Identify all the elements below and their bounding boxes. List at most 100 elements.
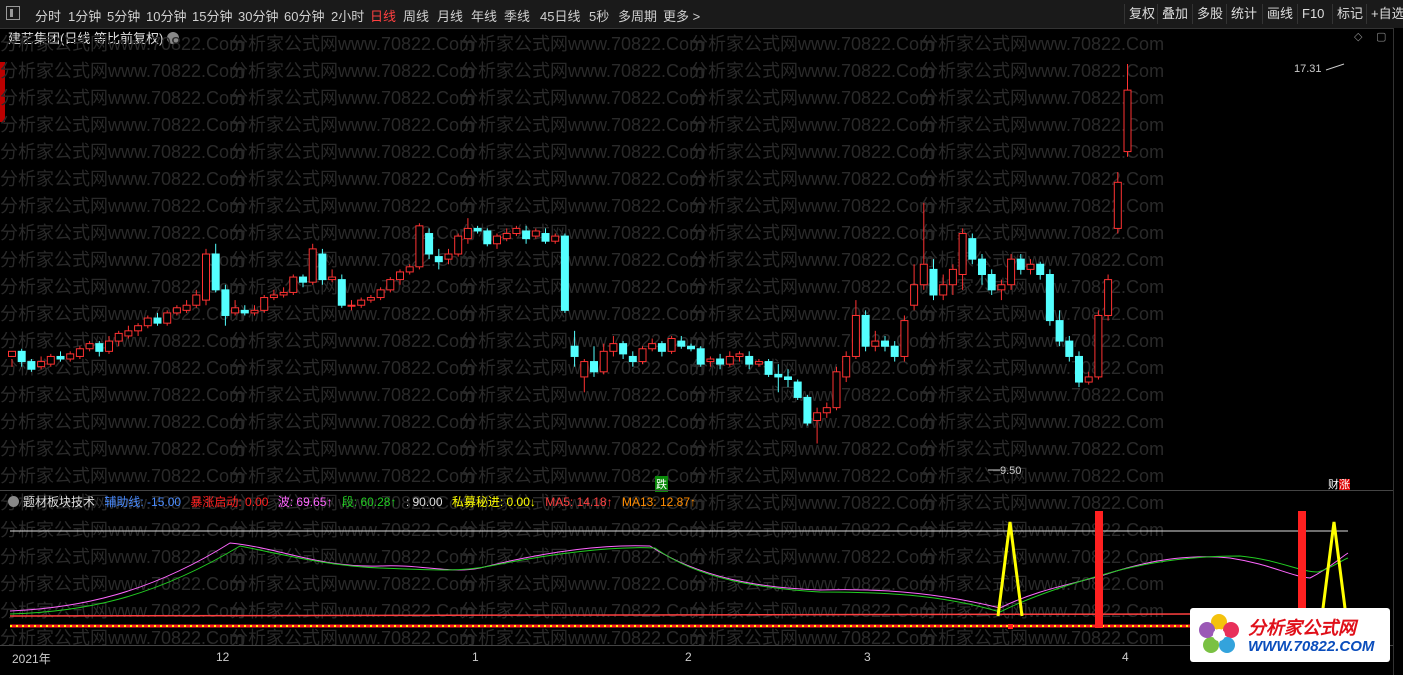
- period-tab[interactable]: 多周期: [618, 6, 657, 25]
- candle-body: [134, 325, 143, 332]
- axis-label: 4: [1122, 650, 1129, 664]
- toolbar-button[interactable]: 复权: [1124, 4, 1159, 24]
- candle: [337, 274, 346, 308]
- candle-body: [66, 353, 75, 360]
- candle-body: [551, 235, 560, 242]
- candle: [46, 353, 55, 367]
- candle-body: [803, 396, 812, 424]
- candle: [134, 323, 143, 336]
- candle-body: [735, 353, 744, 357]
- toolbar-button[interactable]: 画线: [1262, 4, 1297, 24]
- candle-body: [27, 361, 36, 370]
- candle-body: [202, 253, 210, 301]
- toolbar-button[interactable]: 多股: [1192, 4, 1227, 24]
- candle: [27, 359, 36, 372]
- toolbar-button[interactable]: +自选: [1366, 4, 1403, 24]
- candle: [531, 228, 540, 239]
- candle-body: [1065, 340, 1074, 357]
- period-tab[interactable]: 5分钟: [107, 6, 140, 25]
- candle-body: [910, 284, 919, 306]
- candle: [1094, 310, 1103, 380]
- candle: [17, 348, 26, 367]
- candle: [541, 228, 550, 244]
- dropdown-icon[interactable]: [167, 32, 180, 44]
- candle: [454, 233, 463, 257]
- indicator-legend-item: MA5: 14.18↑: [541, 495, 613, 509]
- candle: [522, 225, 531, 244]
- segment-line: [9, 545, 1349, 615]
- candle-body: [8, 350, 16, 357]
- period-tab[interactable]: 月线: [437, 6, 463, 25]
- candle-body: [1084, 376, 1093, 383]
- toolbar-button[interactable]: 叠加: [1157, 4, 1192, 24]
- candle: [580, 359, 589, 393]
- candle-body: [1123, 89, 1132, 153]
- period-tab[interactable]: 日线: [370, 6, 396, 25]
- candle-body: [881, 340, 889, 347]
- candle: [37, 356, 46, 370]
- period-tab[interactable]: 30分钟: [238, 6, 278, 25]
- diamond-icon[interactable]: ◇: [1354, 30, 1362, 43]
- period-tab[interactable]: 45日线: [540, 6, 580, 25]
- indicator-chart[interactable]: [0, 508, 1393, 644]
- period-tab[interactable]: 分时: [35, 6, 61, 25]
- candle: [396, 269, 404, 285]
- candle-body: [619, 343, 628, 355]
- candle-body: [628, 355, 637, 363]
- period-tab[interactable]: 5秒: [589, 6, 609, 25]
- time-axis: 2021年 12 1 2 3 4: [0, 645, 1393, 668]
- period-tab[interactable]: 季线: [504, 6, 530, 25]
- candle: [1104, 274, 1113, 321]
- period-tab[interactable]: 2小时: [331, 6, 364, 25]
- period-tab[interactable]: 1分钟: [68, 6, 101, 25]
- candle: [987, 269, 996, 295]
- candle-body: [114, 332, 123, 342]
- candle: [1026, 259, 1035, 275]
- indicator-name: 题材板块技术: [23, 495, 96, 509]
- toolbar-button[interactable]: 统计: [1226, 4, 1261, 24]
- candle-body: [279, 291, 288, 296]
- low-price-label: 9.50: [1000, 465, 1022, 477]
- candle-body: [483, 230, 492, 245]
- indicator-menu-icon[interactable]: [8, 496, 19, 507]
- candle: [512, 225, 521, 237]
- toolbar-button[interactable]: 标记: [1332, 4, 1367, 24]
- candle-body: [318, 253, 327, 281]
- period-tab[interactable]: 60分钟: [284, 6, 324, 25]
- candle: [754, 359, 763, 367]
- candle: [667, 335, 676, 354]
- candle-body: [696, 348, 705, 365]
- candle: [289, 274, 298, 295]
- candle-body: [793, 381, 802, 398]
- candle-body: [240, 309, 249, 314]
- candle: [958, 228, 967, 290]
- period-tab[interactable]: 15分钟: [192, 6, 232, 25]
- candle-body: [289, 276, 298, 293]
- surge-dot: [1008, 624, 1013, 629]
- candle-body: [939, 284, 948, 296]
- right-scrollbar[interactable]: [1393, 28, 1403, 675]
- candle-body: [163, 312, 172, 324]
- candle-body: [153, 317, 162, 324]
- candle-body: [531, 230, 540, 237]
- candle-body: [522, 230, 531, 240]
- candle-body: [46, 355, 55, 365]
- candle: [628, 351, 637, 367]
- panel-collapse-icon[interactable]: ▢: [1376, 30, 1386, 43]
- candle: [706, 356, 715, 367]
- candle-body: [560, 235, 569, 311]
- period-tab[interactable]: 周线: [403, 6, 429, 25]
- candle-body: [502, 233, 511, 240]
- candle: [153, 312, 162, 326]
- toolbar-button[interactable]: F10: [1297, 4, 1328, 24]
- period-tab[interactable]: 年线: [471, 6, 497, 25]
- candle-body: [609, 343, 618, 352]
- candle: [1075, 351, 1083, 388]
- candle-body: [706, 358, 715, 363]
- period-tab[interactable]: 更多 >: [663, 6, 700, 25]
- period-tab[interactable]: 10分钟: [146, 6, 186, 25]
- candle-body: [1026, 263, 1035, 270]
- candle-body: [1055, 320, 1064, 342]
- candlestick-chart[interactable]: [0, 44, 1393, 490]
- panel-toggle-icon[interactable]: [6, 6, 20, 20]
